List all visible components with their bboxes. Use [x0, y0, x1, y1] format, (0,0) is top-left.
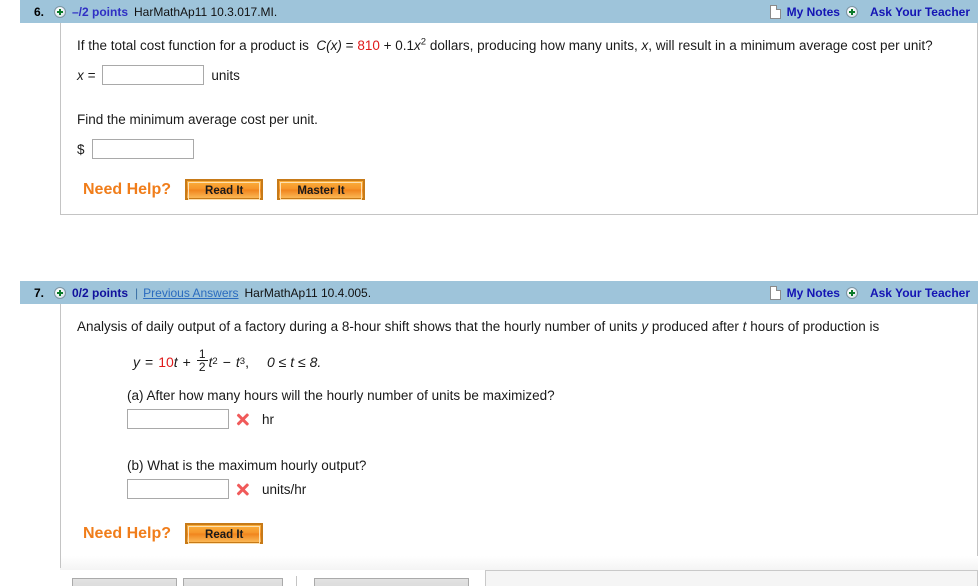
previous-answers-link-7[interactable]: Previous Answers [143, 286, 238, 300]
answer-unit-7a: hr [262, 411, 275, 427]
prompt-var-y-7: y [641, 319, 649, 334]
ask-your-teacher-link-6[interactable]: Ask Your Teacher [870, 5, 970, 19]
points-label-7: 0/2 points [72, 285, 129, 300]
bottom-panel-background [60, 556, 978, 570]
question-block-7: 7. 0/2 points | Previous Answers HarMath… [20, 281, 978, 559]
answer-input-6b[interactable] [91, 139, 194, 159]
ask-your-teacher-link-7[interactable]: Ask Your Teacher [870, 286, 970, 300]
question-identifier-6: HarMathAp11 10.3.017.MI. [134, 4, 278, 19]
read-it-button-label-7: Read It [188, 526, 261, 544]
question-header-6: 6. –/2 points HarMathAp11 10.3.017.MI. M… [20, 0, 978, 23]
plus-circle-icon[interactable] [54, 286, 66, 299]
prompt-var-t-7: t [742, 319, 747, 334]
incorrect-x-icon [236, 413, 249, 426]
prompt-variable-6: x [414, 38, 421, 53]
answer-row-7a: hr [127, 409, 961, 429]
equation-fraction-7: 1 2 [196, 347, 208, 374]
plus-circle-icon[interactable] [845, 5, 858, 18]
prompt-tail2-6: , will result in a minimum average cost … [648, 38, 933, 53]
answer-row-6a: x = units [77, 65, 961, 85]
answer-unit-7b: units/hr [262, 481, 307, 497]
bottom-button-2[interactable] [183, 578, 283, 586]
prompt-constant-6: 810 [357, 38, 380, 53]
question-number-6: 6. [34, 4, 45, 19]
prompt-part2-7: produced after [651, 319, 739, 334]
prompt-coefficient-6: 0.1 [395, 38, 415, 53]
equation-equals-7: = [145, 353, 154, 370]
question-body-7: Analysis of daily output of a factory du… [60, 304, 978, 559]
bottom-button-3[interactable] [314, 578, 469, 586]
question-second-prompt-6: Find the minimum average cost per unit. [77, 112, 318, 127]
equation-lhs-7: y [133, 353, 140, 370]
bottom-button-1[interactable] [72, 578, 177, 586]
equation-term1-var-7: t [173, 353, 178, 370]
page-root: 6. –/2 points HarMathAp11 10.3.017.MI. M… [0, 0, 978, 586]
question-header-7: 7. 0/2 points | Previous Answers HarMath… [20, 281, 978, 304]
equation-minus-7: − [222, 353, 231, 370]
master-it-button-6[interactable]: Master It [277, 179, 365, 200]
need-help-row-6: Need Help? Read It Master It [77, 179, 961, 200]
prompt-exponent-6: 2 [420, 36, 427, 48]
note-page-icon[interactable] [769, 4, 781, 19]
bottom-cutoff-strip [0, 556, 978, 586]
prompt-plus-6: + [383, 38, 392, 53]
question-header-actions-6: My Notes Ask Your Teacher [769, 4, 970, 19]
need-help-row-7: Need Help? Read It [77, 523, 961, 544]
prompt-tail-6: dollars, producing how many units, [429, 38, 638, 53]
equation-plus-7: + [182, 353, 191, 370]
master-it-button-label-6: Master It [280, 182, 362, 200]
answer-row-6b: $ [77, 139, 961, 159]
question-header-actions-7: My Notes Ask Your Teacher [769, 285, 970, 300]
answer-unit-6a: units [211, 67, 240, 83]
equation-7: y = 10 t + 1 2 t2 − t3, 0 ≤ t ≤ 8. [133, 347, 322, 374]
equation-coefficient-7: 10 [158, 353, 174, 370]
points-label-6: –/2 points [72, 4, 129, 19]
equation-frac-numerator-7: 1 [198, 347, 206, 361]
read-it-button-label-6: Read It [188, 182, 261, 200]
answer-input-6a[interactable] [102, 65, 205, 85]
read-it-button-6[interactable]: Read It [185, 179, 264, 200]
question-block-6: 6. –/2 points HarMathAp11 10.3.017.MI. M… [20, 0, 978, 215]
need-help-label-6: Need Help? [83, 180, 172, 198]
plus-circle-icon[interactable] [54, 5, 66, 18]
panel-left-border [60, 556, 61, 568]
question-prompt-7: Analysis of daily output of a factory du… [77, 316, 897, 337]
prompt-function-6: C(x) [316, 38, 342, 53]
sub-question-label-7a: (a) After how many hours will the hourly… [127, 388, 555, 403]
incorrect-x-icon [236, 483, 249, 496]
sub-question-label-7b: (b) What is the maximum hourly output? [127, 458, 367, 473]
equation-frac-denominator-7: 2 [196, 360, 208, 374]
question-body-6: If the total cost function for a product… [60, 23, 978, 215]
equation-domain-7: 0 ≤ t ≤ 8. [266, 353, 322, 370]
bottom-divider [296, 576, 297, 586]
answer-prefix-6b: $ [77, 141, 85, 157]
prompt-part1-7: Analysis of daily output of a factory du… [77, 319, 638, 334]
answer-prefix-6a: x = [77, 67, 96, 83]
header-separator-7: | [135, 285, 139, 300]
question-prompt-6: If the total cost function for a product… [77, 35, 961, 56]
equation-comma-7: , [245, 353, 249, 370]
answer-input-7b[interactable] [127, 479, 229, 499]
answer-input-7a[interactable] [127, 409, 229, 429]
answer-row-7b: units/hr [127, 479, 961, 499]
need-help-label-7: Need Help? [83, 524, 172, 542]
question-identifier-7: HarMathAp11 10.4.005. [244, 285, 372, 300]
prompt-equals-6: = [345, 38, 354, 53]
bottom-input-panel[interactable] [485, 570, 978, 586]
question-number-7: 7. [34, 285, 45, 300]
prompt-part3-7: hours of production is [750, 319, 880, 334]
note-page-icon[interactable] [769, 285, 781, 300]
plus-circle-icon[interactable] [845, 286, 858, 299]
read-it-button-7[interactable]: Read It [185, 523, 264, 544]
prompt-lead-6: If the total cost function for a product… [77, 38, 309, 53]
my-notes-link-7[interactable]: My Notes [787, 286, 840, 300]
my-notes-link-6[interactable]: My Notes [787, 5, 840, 19]
